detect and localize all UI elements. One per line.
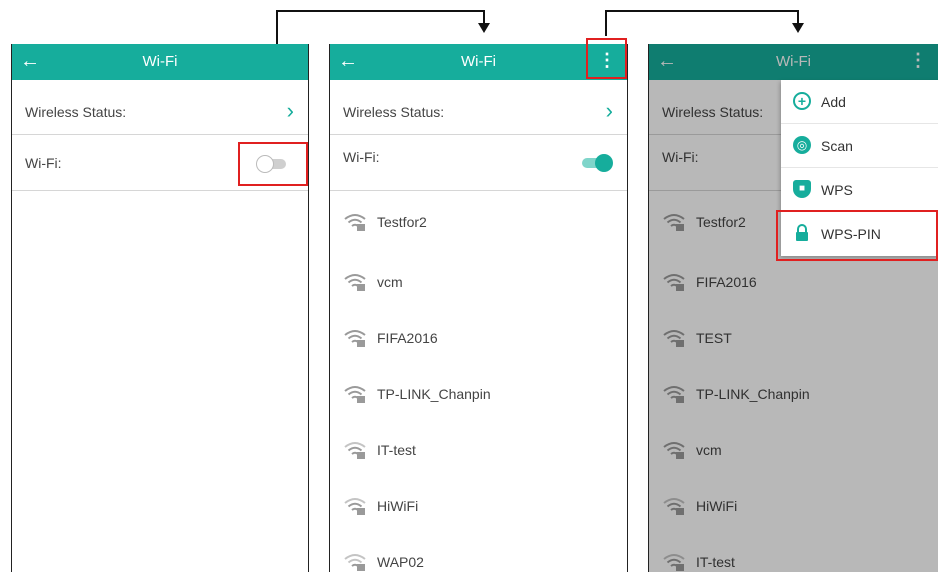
network-name: HiWiFi <box>377 498 419 514</box>
menu-item-label: Add <box>821 94 846 110</box>
title-bar: ← Wi-Fi <box>12 44 308 80</box>
wireless-status-row[interactable]: Wireless Status: › <box>12 90 308 135</box>
wireless-status-row[interactable]: Wireless Status: › <box>330 90 627 135</box>
network-item[interactable]: TP-LINK_Chanpin <box>649 367 938 423</box>
wifi-locked-icon <box>663 214 685 231</box>
network-item[interactable]: WAP02 <box>330 535 627 572</box>
title-bar: ← Wi-Fi ⋮ <box>649 44 938 80</box>
more-vertical-icon[interactable]: ⋮ <box>909 49 927 71</box>
network-item[interactable]: Testfor2 <box>330 195 627 251</box>
wifi-locked-icon <box>663 442 685 459</box>
arrow-down-icon <box>478 23 490 33</box>
wifi-locked-icon <box>344 274 366 291</box>
highlight-box <box>238 142 308 186</box>
network-name: vcm <box>377 274 403 290</box>
network-name: Testfor2 <box>696 214 746 230</box>
network-item[interactable]: vcm <box>649 423 938 479</box>
wifi-locked-icon <box>344 330 366 347</box>
network-item[interactable]: IT-test <box>649 535 938 572</box>
chevron-right-icon: › <box>605 98 613 123</box>
wifi-screen-off: ← Wi-Fi Wireless Status: › Wi-Fi: <box>11 44 309 572</box>
wifi-locked-icon <box>663 274 685 291</box>
network-item[interactable]: FIFA2016 <box>649 255 938 311</box>
wireless-status-label: Wireless Status: <box>25 104 127 120</box>
page-title: Wi-Fi <box>142 53 178 70</box>
wireless-status-label: Wireless Status: <box>343 104 445 120</box>
wireless-status-label: Wireless Status: <box>662 104 764 120</box>
connector-line <box>605 10 799 12</box>
wifi-locked-icon <box>344 554 366 571</box>
connector-line <box>276 10 485 12</box>
network-name: TP-LINK_Chanpin <box>696 386 810 402</box>
network-item[interactable]: FIFA2016 <box>330 311 627 367</box>
wifi-locked-icon <box>663 554 685 571</box>
network-name: TEST <box>696 330 732 346</box>
wifi-screen-on: ← Wi-Fi ⋮ Wireless Status: › Wi-Fi: Test… <box>329 44 628 572</box>
wifi-locked-icon <box>344 498 366 515</box>
menu-item-label: WPS <box>821 182 853 198</box>
wifi-locked-icon <box>344 386 366 403</box>
network-name: WAP02 <box>377 554 424 570</box>
page-title: Wi-Fi <box>776 53 811 70</box>
connector-line <box>483 10 485 24</box>
page-title: Wi-Fi <box>461 53 496 70</box>
wifi-label: Wi-Fi: <box>662 149 699 165</box>
network-name: FIFA2016 <box>377 330 438 346</box>
network-item[interactable]: vcm <box>330 255 627 311</box>
menu-item-label: Scan <box>821 138 853 154</box>
wifi-locked-icon <box>663 386 685 403</box>
highlight-box <box>776 210 938 261</box>
plus-circle-icon: + <box>793 92 811 110</box>
wifi-locked-icon <box>663 330 685 347</box>
network-item[interactable]: IT-test <box>330 423 627 479</box>
wifi-label: Wi-Fi: <box>343 149 380 165</box>
network-name: FIFA2016 <box>696 274 757 290</box>
network-item[interactable]: HiWiFi <box>330 479 627 535</box>
toggle-knob <box>595 154 613 172</box>
chevron-right-icon: › <box>286 98 294 123</box>
highlight-box <box>586 38 627 79</box>
network-item[interactable]: HiWiFi <box>649 479 938 535</box>
wifi-locked-icon <box>663 498 685 515</box>
connector-line <box>605 10 607 36</box>
network-item[interactable]: TP-LINK_Chanpin <box>330 367 627 423</box>
network-name: TP-LINK_Chanpin <box>377 386 491 402</box>
connector-line <box>797 10 799 24</box>
title-bar: ← Wi-Fi ⋮ <box>330 44 627 80</box>
menu-item-add[interactable]: + Add <box>781 80 938 124</box>
wifi-locked-icon <box>344 442 366 459</box>
menu-item-wps[interactable]: ■ WPS <box>781 168 938 212</box>
wifi-row: Wi-Fi: <box>330 135 627 191</box>
network-name: HiWiFi <box>696 498 738 514</box>
wifi-locked-icon <box>344 214 366 231</box>
wifi-screen-menu: ← Wi-Fi ⋮ Wireless Status: Wi-Fi: Testfo… <box>648 44 938 572</box>
network-name: IT-test <box>377 442 416 458</box>
network-item[interactable]: TEST <box>649 311 938 367</box>
network-name: IT-test <box>696 554 735 570</box>
network-name: vcm <box>696 442 722 458</box>
arrow-down-icon <box>792 23 804 33</box>
shield-icon: ■ <box>793 180 811 198</box>
wifi-toggle[interactable] <box>582 154 613 172</box>
menu-item-scan[interactable]: ◎ Scan <box>781 124 938 168</box>
wifi-label: Wi-Fi: <box>25 155 62 171</box>
network-name: Testfor2 <box>377 214 427 230</box>
scan-icon: ◎ <box>793 136 811 154</box>
